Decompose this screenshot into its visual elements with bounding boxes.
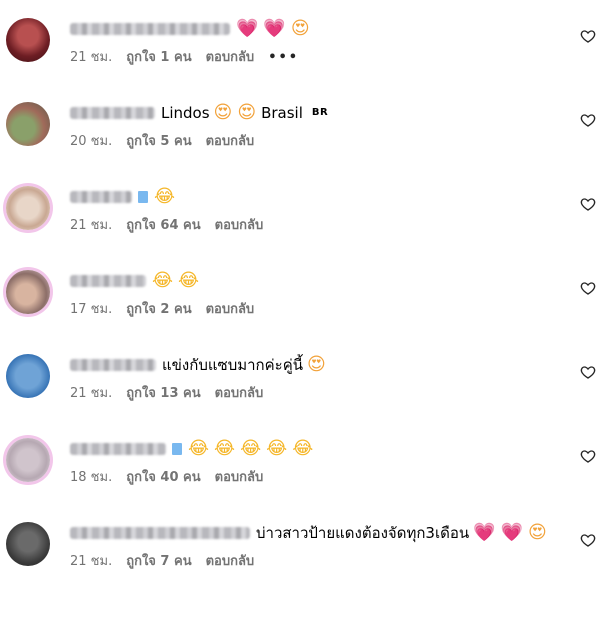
comment-time: 17 ชม. [70, 302, 113, 317]
comment-time: 21 ชม. [70, 50, 113, 65]
laughing-emoji: 😂 [266, 438, 288, 459]
avatar[interactable] [6, 354, 50, 398]
comment-time: 21 ชม. [70, 218, 113, 233]
like-heart-icon[interactable] [580, 448, 596, 464]
like-heart-icon[interactable] [580, 280, 596, 296]
heart-eyes-emoji: 😍 [237, 102, 257, 123]
avatar[interactable] [6, 522, 50, 566]
comment-text: แข่งกับแซบมากค่ะคู่นี้ [162, 356, 303, 374]
username-blurred[interactable] [70, 359, 156, 371]
laughing-emoji: 😂 [214, 438, 236, 459]
reply-button[interactable]: ตอบกลับ [206, 50, 255, 66]
comment-text: Brasil [261, 104, 303, 122]
comment-item: 😂 😂 17 ชม. ถูกใจ 2 คน ตอบกลับ [0, 270, 600, 330]
likes-count[interactable]: ถูกใจ 13 คน [126, 386, 200, 402]
more-options-icon[interactable]: ••• [268, 50, 299, 66]
like-heart-icon[interactable] [580, 364, 596, 380]
reply-button[interactable]: ตอบกลับ [215, 386, 264, 402]
comment-item: แข่งกับแซบมากค่ะคู่นี้ 😍 21 ชม. ถูกใจ 13… [0, 354, 600, 414]
reply-button[interactable]: ตอบกลับ [215, 470, 264, 486]
reply-button[interactable]: ตอบกลับ [206, 554, 255, 570]
comment-item: 😂 😂 😂 😂 😂 18 ชม. ถูกใจ 40 คน ตอบกลับ [0, 438, 600, 498]
comment-time: 20 ชม. [70, 134, 113, 149]
comment-item: Lindos 😍 😍 Brasil BR 20 ชม. ถูกใจ 5 คน ต… [0, 102, 600, 162]
comment-item: 💗 💗 😍 21 ชม. ถูกใจ 1 คน ตอบกลับ ••• [0, 18, 600, 78]
heart-eyes-emoji: 😍 [307, 354, 326, 375]
laughing-emoji: 😂 [188, 438, 210, 459]
reply-button[interactable]: ตอบกลับ [215, 218, 264, 234]
username-blurred[interactable] [70, 23, 230, 35]
comment-time: 21 ชม. [70, 554, 113, 569]
avatar[interactable] [6, 438, 50, 482]
likes-count[interactable]: ถูกใจ 40 คน [126, 470, 200, 486]
username-blurred[interactable] [70, 527, 250, 539]
laughing-emoji: 😂 [152, 270, 174, 291]
blurred-emoji-icon [138, 191, 148, 203]
like-heart-icon[interactable] [580, 112, 596, 128]
avatar[interactable] [6, 102, 50, 146]
heart-emoji: 💗 [500, 522, 523, 543]
comment-text: Lindos [161, 104, 210, 122]
username-blurred[interactable] [70, 107, 155, 119]
heart-eyes-emoji: 😍 [213, 102, 233, 123]
comment-time: 18 ชม. [70, 470, 113, 485]
laughing-emoji: 😂 [154, 186, 176, 207]
likes-count[interactable]: ถูกใจ 64 คน [126, 218, 200, 234]
avatar[interactable] [6, 270, 50, 314]
brazil-flag-icon: BR [311, 107, 329, 118]
laughing-emoji: 😂 [292, 438, 314, 459]
avatar[interactable] [6, 186, 50, 230]
comment-item: บ่าวสาวป้ายแดงต้องจัดทุก3เดือน 💗 💗 😍 21 … [0, 522, 600, 602]
laughing-emoji: 😂 [240, 438, 262, 459]
reply-button[interactable]: ตอบกลับ [206, 134, 255, 150]
likes-count[interactable]: ถูกใจ 1 คน [126, 50, 191, 66]
likes-count[interactable]: ถูกใจ 7 คน [126, 554, 191, 570]
like-heart-icon[interactable] [580, 532, 596, 548]
heart-emoji: 💗 [263, 18, 286, 39]
likes-count[interactable]: ถูกใจ 5 คน [126, 134, 191, 150]
reply-button[interactable]: ตอบกลับ [206, 302, 255, 318]
heart-emoji: 💗 [473, 522, 496, 543]
laughing-emoji: 😂 [178, 270, 200, 291]
blurred-emoji-icon [172, 443, 182, 455]
comment-time: 21 ชม. [70, 386, 113, 401]
like-heart-icon[interactable] [580, 28, 596, 44]
heart-eyes-emoji: 😍 [290, 18, 310, 39]
heart-eyes-emoji: 😍 [527, 522, 547, 543]
username-blurred[interactable] [70, 191, 132, 203]
username-blurred[interactable] [70, 275, 146, 287]
like-heart-icon[interactable] [580, 196, 596, 212]
likes-count[interactable]: ถูกใจ 2 คน [126, 302, 191, 318]
comment-item: 😂 21 ชม. ถูกใจ 64 คน ตอบกลับ [0, 186, 600, 246]
username-blurred[interactable] [70, 443, 166, 455]
comment-text: บ่าวสาวป้ายแดงต้องจัดทุก3เดือน [256, 524, 470, 542]
avatar[interactable] [6, 18, 50, 62]
heart-emoji: 💗 [236, 18, 259, 39]
